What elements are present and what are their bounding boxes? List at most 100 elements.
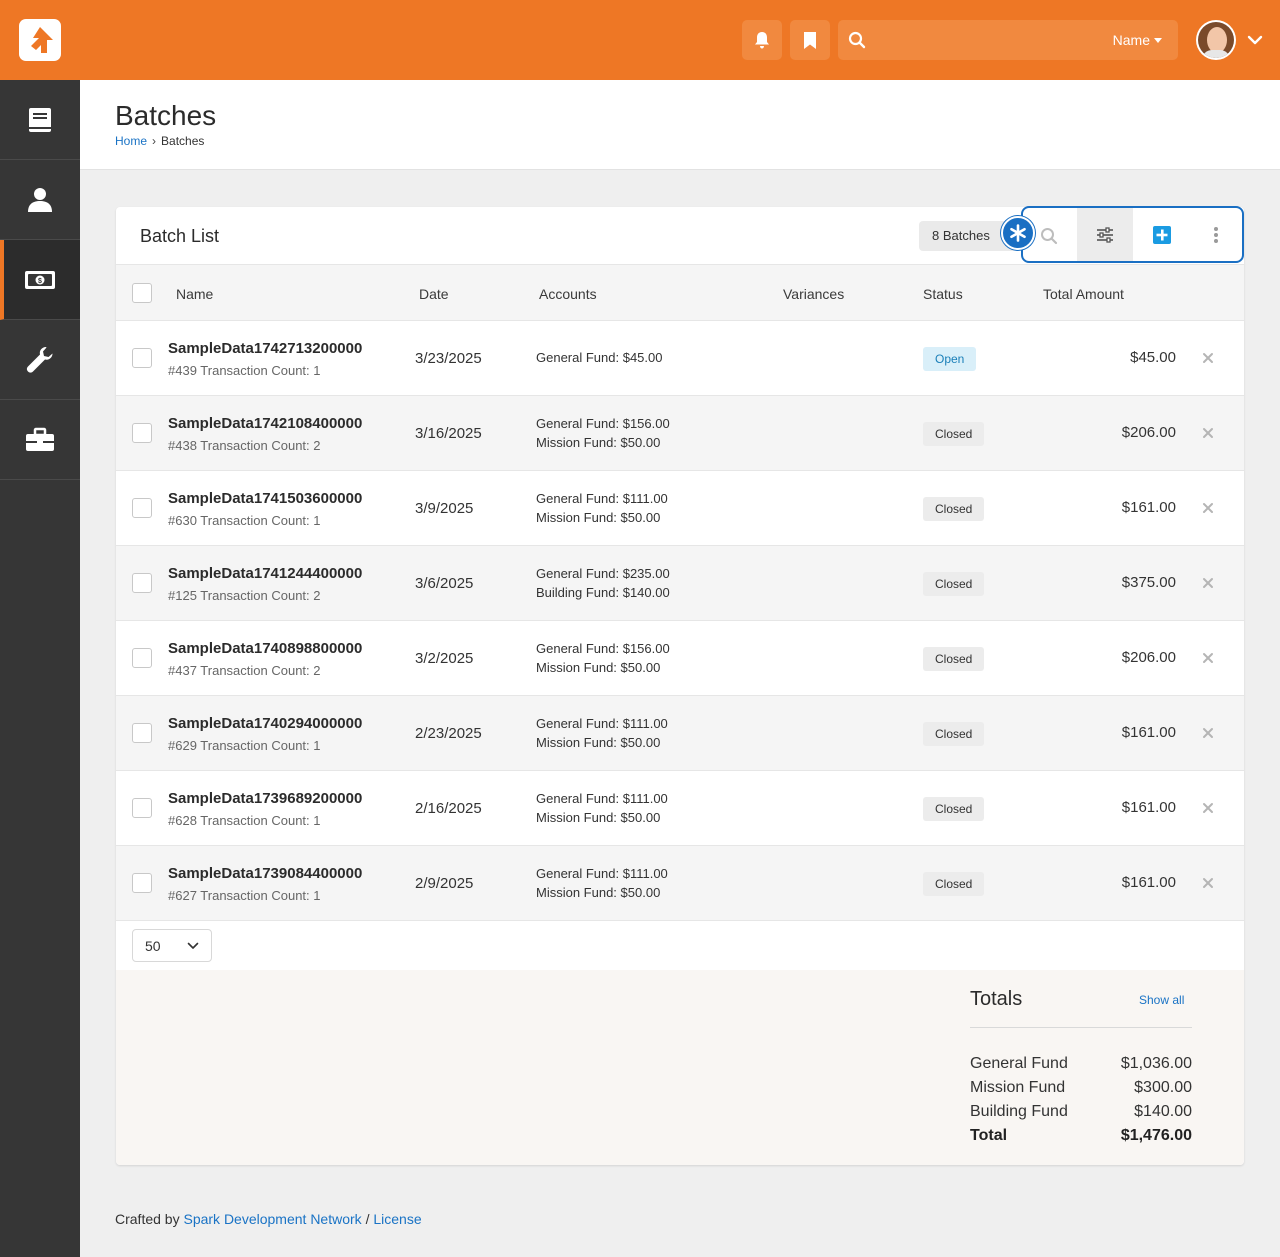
row-checkbox[interactable] bbox=[132, 648, 152, 668]
row-checkbox[interactable] bbox=[132, 348, 152, 368]
status-badge: Closed bbox=[923, 872, 985, 896]
table-row[interactable]: SampleData1741503600000 #630 Transaction… bbox=[116, 471, 1244, 546]
breadcrumb-current: Batches bbox=[161, 134, 205, 148]
column-header-total[interactable]: Total Amount bbox=[1043, 286, 1124, 302]
footer: Crafted by Spark Development Network / L… bbox=[115, 1211, 422, 1227]
sidebar-item-admin[interactable] bbox=[0, 400, 80, 480]
batch-account: Mission Fund: $50.00 bbox=[536, 435, 661, 450]
search-input[interactable]: Name bbox=[838, 20, 1178, 60]
batch-account: General Fund: $111.00 bbox=[536, 716, 668, 731]
footer-spark-link[interactable]: Spark Development Network bbox=[183, 1211, 361, 1227]
bookmarks-button[interactable] bbox=[790, 20, 830, 60]
column-header-variances[interactable]: Variances bbox=[783, 286, 844, 302]
batch-account: General Fund: $235.00 bbox=[536, 566, 670, 581]
table-row[interactable]: SampleData1742108400000 #438 Transaction… bbox=[116, 396, 1244, 471]
batch-name: SampleData1739084400000 bbox=[168, 865, 363, 882]
table-row[interactable]: SampleData1742713200000 #439 Transaction… bbox=[116, 321, 1244, 396]
page-size-select[interactable]: 50 bbox=[132, 929, 212, 962]
row-checkbox[interactable] bbox=[132, 498, 152, 518]
column-header-accounts[interactable]: Accounts bbox=[539, 286, 597, 302]
sidebar-item-finance[interactable]: $ bbox=[0, 240, 80, 320]
footer-license-link[interactable]: License bbox=[373, 1211, 421, 1227]
column-header-date[interactable]: Date bbox=[419, 286, 449, 302]
plus-square-icon[interactable] bbox=[1152, 225, 1172, 245]
status-badge: Closed bbox=[923, 422, 985, 446]
table-row[interactable]: SampleData1739689200000 #628 Transaction… bbox=[116, 771, 1244, 846]
avatar[interactable] bbox=[1196, 20, 1236, 60]
grid-toolbar bbox=[1021, 206, 1244, 263]
batch-name: SampleData1741244400000 bbox=[168, 565, 363, 582]
batch-amount: $161.00 bbox=[1121, 799, 1176, 816]
batch-name: SampleData1740294000000 bbox=[168, 715, 363, 732]
filter-button[interactable] bbox=[1077, 208, 1133, 261]
close-icon[interactable] bbox=[1201, 426, 1215, 440]
close-icon[interactable] bbox=[1201, 351, 1215, 365]
notifications-button[interactable] bbox=[742, 20, 782, 60]
batch-date: 3/6/2025 bbox=[415, 575, 474, 592]
batch-account: Mission Fund: $50.00 bbox=[536, 510, 661, 525]
batch-name: SampleData1742108400000 bbox=[168, 415, 363, 432]
status-badge: Closed bbox=[923, 647, 985, 671]
sidebar-item-content[interactable] bbox=[0, 80, 80, 160]
page-header: Batches Home › Batches bbox=[80, 80, 1280, 170]
close-icon[interactable] bbox=[1201, 501, 1215, 515]
sidebar: $ bbox=[0, 80, 80, 1257]
batch-detail: #630 Transaction Count: 1 bbox=[168, 513, 321, 528]
row-checkbox[interactable] bbox=[132, 423, 152, 443]
batch-amount: $161.00 bbox=[1121, 724, 1176, 741]
batch-account: General Fund: $45.00 bbox=[536, 350, 663, 365]
show-all-link[interactable]: Show all bbox=[1139, 993, 1184, 1007]
status-badge: Closed bbox=[923, 722, 985, 746]
batch-date: 2/23/2025 bbox=[415, 725, 482, 742]
batch-detail: #627 Transaction Count: 1 bbox=[168, 888, 321, 903]
close-icon[interactable] bbox=[1201, 651, 1215, 665]
batch-account: General Fund: $111.00 bbox=[536, 866, 668, 881]
asterisk-icon[interactable] bbox=[1001, 216, 1035, 250]
search-icon[interactable] bbox=[1040, 227, 1058, 245]
batch-account: Mission Fund: $50.00 bbox=[536, 810, 661, 825]
batch-date: 3/16/2025 bbox=[415, 425, 482, 442]
avatar-image bbox=[1198, 22, 1234, 58]
select-all-checkbox[interactable] bbox=[132, 283, 152, 303]
person-icon bbox=[28, 188, 52, 212]
row-checkbox[interactable] bbox=[132, 873, 152, 893]
more-vertical-icon[interactable] bbox=[1213, 226, 1219, 244]
batch-amount: $206.00 bbox=[1121, 424, 1176, 441]
briefcase-icon bbox=[26, 427, 54, 451]
close-icon[interactable] bbox=[1201, 726, 1215, 740]
chevron-down-icon[interactable] bbox=[1246, 31, 1264, 49]
table-row[interactable]: SampleData1740898800000 #437 Transaction… bbox=[116, 621, 1244, 696]
chevron-down-icon bbox=[187, 942, 199, 949]
close-icon[interactable] bbox=[1201, 876, 1215, 890]
row-checkbox[interactable] bbox=[132, 723, 152, 743]
totals-row: General Fund $1,036.00 bbox=[970, 1055, 1192, 1079]
batch-date: 3/9/2025 bbox=[415, 500, 474, 517]
batch-amount: $161.00 bbox=[1121, 499, 1176, 516]
row-checkbox[interactable] bbox=[132, 798, 152, 818]
close-icon[interactable] bbox=[1201, 576, 1215, 590]
batch-amount: $45.00 bbox=[1130, 349, 1176, 366]
search-scope-dropdown[interactable]: Name bbox=[1113, 32, 1162, 48]
row-checkbox[interactable] bbox=[132, 573, 152, 593]
batch-name: SampleData1742713200000 bbox=[168, 340, 363, 357]
caret-down-icon bbox=[1154, 38, 1162, 43]
sidebar-item-tools[interactable] bbox=[0, 320, 80, 400]
search-scope-label: Name bbox=[1112, 32, 1150, 48]
batch-account: Building Fund: $140.00 bbox=[536, 585, 670, 600]
table-row[interactable]: SampleData1739084400000 #627 Transaction… bbox=[116, 846, 1244, 921]
column-header-name[interactable]: Name bbox=[176, 286, 213, 302]
breadcrumb-home[interactable]: Home bbox=[115, 134, 147, 148]
sidebar-item-people[interactable] bbox=[0, 160, 80, 240]
table-header: Name Date Accounts Variances Status Tota… bbox=[116, 264, 1244, 321]
status-badge: Closed bbox=[923, 497, 985, 521]
fund-label: Building Fund bbox=[970, 1103, 1068, 1120]
table-row[interactable]: SampleData1740294000000 #629 Transaction… bbox=[116, 696, 1244, 771]
table-row[interactable]: SampleData1741244400000 #125 Transaction… bbox=[116, 546, 1244, 621]
total-label: Total bbox=[970, 1127, 1008, 1144]
batch-name: SampleData1740898800000 bbox=[168, 640, 363, 657]
close-icon[interactable] bbox=[1201, 801, 1215, 815]
batch-detail: #629 Transaction Count: 1 bbox=[168, 738, 321, 753]
footer-prefix: Crafted by bbox=[115, 1211, 180, 1227]
column-header-status[interactable]: Status bbox=[923, 286, 963, 302]
rock-logo-icon[interactable] bbox=[19, 19, 61, 61]
